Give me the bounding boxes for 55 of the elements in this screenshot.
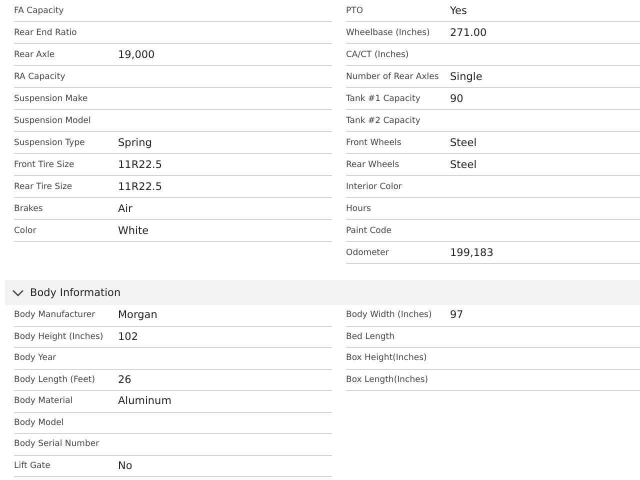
field-label: Tank #2 Capacity <box>346 116 422 126</box>
field-label: Front Tire Size <box>14 160 76 170</box>
field-label: Wheelbase (Inches) <box>346 28 431 38</box>
field-value: 26 <box>118 374 132 386</box>
field-value: 199,183 <box>450 246 494 258</box>
field-label: Suspension Model <box>14 116 92 126</box>
field-label: Hours <box>346 204 372 214</box>
field-label: Box Length(Inches) <box>346 374 430 385</box>
field-value: Yes <box>450 4 467 16</box>
field-label: Rear End Ratio <box>14 28 78 38</box>
field-label: Color <box>14 226 38 236</box>
field-value: Steel <box>450 158 477 170</box>
field-label: Body Manufacturer <box>14 310 96 320</box>
field-label: Rear Wheels <box>346 160 400 170</box>
field-value: Spring <box>118 136 152 148</box>
field-value: Aluminum <box>118 395 172 408</box>
field-label: FA Capacity <box>14 6 65 16</box>
field-label: Box Height(Inches) <box>346 353 428 364</box>
field-label: Lift Gate <box>14 460 52 471</box>
field-label: Brakes <box>14 204 44 214</box>
field-value: No <box>118 460 132 472</box>
field-label: Front Wheels <box>346 138 402 148</box>
section-header[interactable]: Body Information <box>5 280 640 305</box>
field-label: RA Capacity <box>14 72 66 82</box>
field-label: Body Model <box>14 418 65 428</box>
field-label: Number of Rear Axles <box>346 72 440 82</box>
field-value: Air <box>118 202 132 214</box>
field-value: 271.00 <box>450 26 487 38</box>
field-label: Paint Code <box>346 226 392 236</box>
field-value: 11R22.5 <box>118 180 162 192</box>
field-label: Tank #1 Capacity <box>346 94 422 104</box>
field-label: PTO <box>346 6 364 16</box>
field-value: 90 <box>450 92 464 104</box>
field-value: Steel <box>450 136 477 148</box>
field-label: Body Width (Inches) <box>346 310 433 320</box>
field-label: Body Material <box>14 396 74 406</box>
field-label: Suspension Type <box>14 138 86 148</box>
field-label: Interior Color <box>346 182 403 192</box>
field-value: Single <box>450 70 482 82</box>
field-label: Rear Axle <box>14 50 56 60</box>
field-label: Odometer <box>346 248 390 258</box>
field-value: 19,000 <box>118 48 155 60</box>
field-label: Body Height (Inches) <box>14 332 104 342</box>
field-value: Morgan <box>118 309 158 322</box>
field-label: Body Year <box>14 353 58 364</box>
field-value: White <box>118 224 149 236</box>
field-label: Suspension Make <box>14 94 89 104</box>
field-value: 11R22.5 <box>118 158 162 170</box>
field-label: CA/CT (Inches) <box>346 50 410 60</box>
field-value: 102 <box>118 330 138 343</box>
field-value: 97 <box>450 309 464 322</box>
field-label: Body Serial Number <box>14 439 100 450</box>
field-label: Body Length (Feet) <box>14 374 96 385</box>
field-label: Rear Tire Size <box>14 182 74 192</box>
field-label: Bed Length <box>346 332 396 342</box>
